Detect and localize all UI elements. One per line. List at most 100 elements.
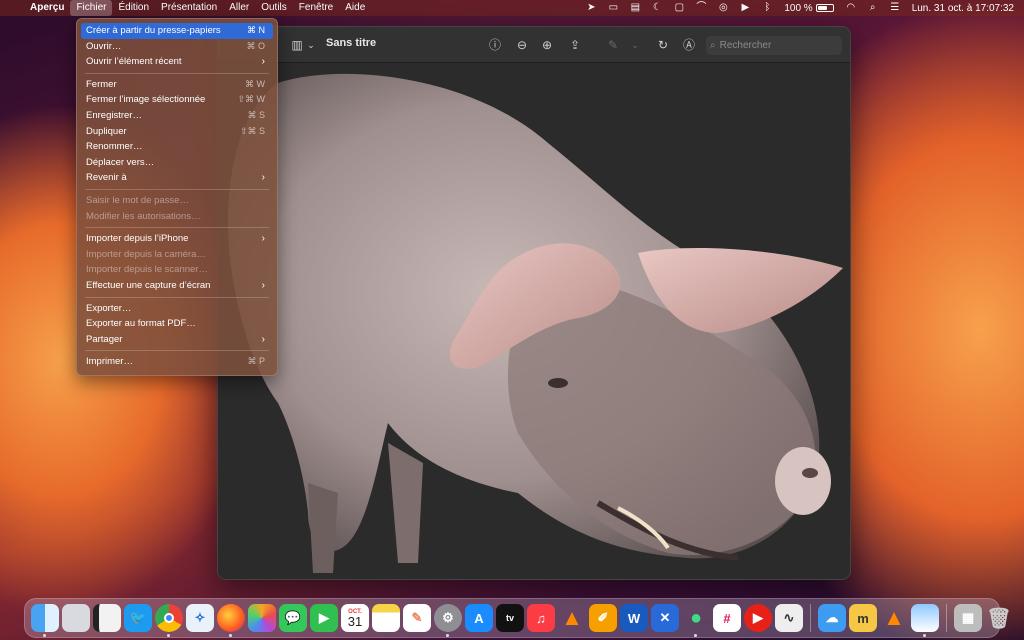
pen-chevron-icon[interactable]: ⌄	[630, 36, 640, 54]
music-icon[interactable]: ♫	[527, 604, 555, 632]
moon-icon[interactable]: ☾	[646, 0, 668, 16]
firefox-icon[interactable]	[217, 604, 245, 637]
calendar-icon[interactable]: OCT. 31	[341, 604, 369, 632]
menu-item-close[interactable]: Fermer ⌘ W	[81, 77, 273, 93]
menu-aller[interactable]: Aller	[223, 0, 255, 16]
menu-item-export[interactable]: Exporter…	[81, 301, 273, 317]
menu-item-label: Fermer l’image sélectionnée	[86, 94, 206, 106]
zoom-in-icon[interactable]: ⊕	[538, 36, 556, 54]
launchpad-icon[interactable]	[62, 604, 90, 632]
menu-item-label: Ouvrir l’élément récent	[86, 56, 182, 68]
chevron-down-icon[interactable]: ⌄	[306, 36, 316, 54]
notes-icon[interactable]	[93, 604, 121, 632]
vlc-2-icon[interactable]: ▲	[880, 604, 908, 632]
app-store-icon[interactable]: A	[465, 604, 493, 632]
menu-item-move-to[interactable]: Déplacer vers…	[81, 155, 273, 171]
word-icon[interactable]: W	[620, 604, 648, 632]
menu-outils[interactable]: Outils	[255, 0, 293, 16]
menu-item-take-screenshot[interactable]: Effectuer une capture d’écran ›	[81, 278, 273, 294]
search-icon[interactable]: ⌕	[862, 0, 884, 16]
menu-fichier[interactable]: Fichier	[70, 0, 113, 16]
menu-edition[interactable]: Édition	[112, 0, 155, 16]
menu-item-open[interactable]: Ouvrir… ⌘ O	[81, 39, 273, 55]
battery-status[interactable]: 100 %	[778, 3, 839, 14]
info-icon[interactable]: ⓘ	[486, 36, 504, 54]
weather-icon[interactable]: ☁	[818, 604, 846, 632]
youtube-icon[interactable]: ▶	[744, 604, 772, 632]
m-app-icon[interactable]: m	[849, 604, 877, 632]
notes-yellow-icon[interactable]	[372, 604, 400, 632]
markup-pen-icon[interactable]: ✎	[604, 36, 622, 54]
bluetooth-icon[interactable]: ᛒ	[756, 0, 778, 16]
menu-item-save[interactable]: Enregistrer… ⌘ S	[81, 108, 273, 124]
apple-logo-icon[interactable]	[0, 0, 24, 16]
podcast-wave-icon[interactable]: ∿	[775, 604, 803, 632]
menu-clock[interactable]: Lun. 31 oct. à 17:07:32	[906, 3, 1014, 14]
trash-icon[interactable]: 🗑	[985, 604, 1013, 632]
battery-icon	[815, 4, 834, 12]
archive-icon[interactable]: ▦	[954, 604, 982, 632]
menu-item-duplicate[interactable]: Dupliquer ⇧⌘ S	[81, 124, 273, 140]
chrome-icon[interactable]	[155, 604, 183, 637]
window-title: Sans titre	[326, 37, 377, 49]
menu-app-name[interactable]: Aperçu	[24, 0, 70, 16]
menu-item-export-pdf[interactable]: Exporter au format PDF…	[81, 316, 273, 332]
zoom-out-icon[interactable]: ⊖	[513, 36, 531, 54]
menu-shortcut: ⌘ N	[247, 25, 265, 35]
finder-icon[interactable]	[31, 604, 59, 637]
markup-icon[interactable]: Ⓐ	[680, 36, 698, 54]
pages-icon[interactable]: ✐	[589, 604, 617, 632]
menu-item-share[interactable]: Partager ›	[81, 332, 273, 348]
xcode-tools-icon[interactable]: ✕	[651, 604, 679, 632]
slack-icon[interactable]: #	[713, 604, 741, 632]
system-settings-icon[interactable]: ⚙	[434, 604, 462, 637]
menu-presentation[interactable]: Présentation	[155, 0, 223, 16]
messages-icon[interactable]: 💬	[279, 604, 307, 632]
menu-shortcut: ⌘ P	[247, 356, 265, 367]
menu-item-open-recent[interactable]: Ouvrir l’élément récent ›	[81, 54, 273, 70]
airpods-icon[interactable]: ⌒	[690, 0, 712, 16]
search-field-icon: ⌕	[710, 40, 716, 51]
menu-separator	[85, 350, 269, 352]
photos-icon[interactable]	[248, 604, 276, 632]
dock: 🐦 ✧ 💬 ▶ OCT. 31 ✎ ⚙ A tv ♫ ▲ ✐ W ✕ ● # ▶…	[24, 598, 1012, 638]
chevron-right-icon: ›	[261, 279, 265, 291]
battery-text: 100 %	[784, 2, 813, 14]
twitter-icon[interactable]: 🐦	[124, 604, 152, 632]
play-icon[interactable]: ▶	[734, 0, 756, 16]
sidebar-toggle-icon[interactable]: ▥	[288, 36, 306, 54]
vlc-icon[interactable]: ▲	[558, 604, 586, 632]
menu-item-label: Importer depuis le scanner…	[86, 264, 208, 276]
menu-item-label: Exporter au format PDF…	[86, 318, 196, 330]
rotate-icon[interactable]: ↻	[654, 36, 672, 54]
control-center-icon[interactable]: ☰	[884, 0, 906, 16]
menu-item-label: Effectuer une capture d’écran	[86, 279, 211, 291]
share-icon[interactable]: ⇪	[566, 36, 584, 54]
menu-aide[interactable]: Aide	[339, 0, 371, 16]
menu-item-revert-to[interactable]: Revenir à ›	[81, 170, 273, 186]
menu-item-import-iphone[interactable]: Importer depuis l’iPhone ›	[81, 231, 273, 247]
menu-item-rename[interactable]: Renommer…	[81, 139, 273, 155]
freeform-icon[interactable]: ✎	[403, 604, 431, 632]
search-field[interactable]: ⌕ Rechercher	[706, 36, 842, 55]
menu-item-label: Saisir le mot de passe…	[86, 194, 189, 206]
facetime-icon[interactable]: ▶	[310, 604, 338, 632]
menu-fenetre[interactable]: Fenêtre	[293, 0, 339, 16]
android-icon[interactable]: ●	[682, 604, 710, 637]
calendar-day: 31	[347, 613, 363, 629]
safari-icon[interactable]: ✧	[186, 604, 214, 632]
screen-record-icon[interactable]: ▢	[668, 0, 690, 16]
clipboard-icon[interactable]: ▤	[624, 0, 646, 16]
preview-icon[interactable]	[911, 604, 939, 637]
image-canvas[interactable]	[218, 63, 850, 579]
menu-item-print[interactable]: Imprimer… ⌘ P	[81, 354, 273, 370]
menu-item-create-from-clipboard[interactable]: Créer à partir du presse-papiers ⌘ N	[81, 23, 273, 39]
airdrop-icon[interactable]: ◎	[712, 0, 734, 16]
menu-item-label: Enregistrer…	[86, 109, 142, 121]
send-icon[interactable]: ➤	[580, 0, 602, 16]
toggle-icon[interactable]: ▭	[602, 0, 624, 16]
menu-item-close-selected-image[interactable]: Fermer l’image sélectionnée ⇧⌘ W	[81, 92, 273, 108]
wifi-icon[interactable]: ◠	[840, 0, 862, 16]
apple-tv-icon[interactable]: tv	[496, 604, 524, 632]
menu-item-label: Ouvrir…	[86, 40, 122, 52]
